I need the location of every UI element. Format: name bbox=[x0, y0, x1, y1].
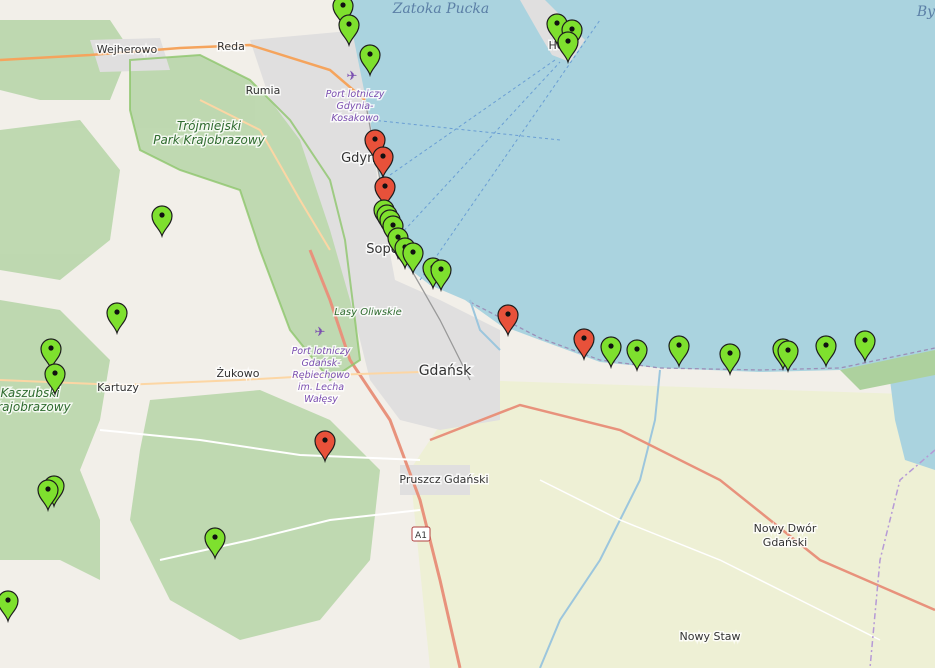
green-marker[interactable] bbox=[0, 590, 19, 624]
green-marker[interactable] bbox=[719, 343, 741, 377]
green-marker[interactable] bbox=[338, 14, 360, 48]
green-marker[interactable] bbox=[106, 302, 128, 336]
map-view[interactable]: Wejherowo Reda Rumia Gdynia Sopot Gdańsk Żukow… bbox=[0, 0, 935, 668]
red-marker[interactable] bbox=[497, 304, 519, 338]
red-marker[interactable] bbox=[372, 146, 394, 180]
green-marker[interactable] bbox=[151, 205, 173, 239]
marker-layer bbox=[0, 0, 876, 624]
green-marker[interactable] bbox=[402, 242, 424, 276]
green-marker[interactable] bbox=[854, 330, 876, 364]
green-marker[interactable] bbox=[44, 363, 66, 397]
green-marker[interactable] bbox=[557, 31, 579, 65]
green-marker[interactable] bbox=[626, 339, 648, 373]
green-marker[interactable] bbox=[668, 335, 690, 369]
green-marker[interactable] bbox=[204, 527, 226, 561]
green-marker[interactable] bbox=[815, 335, 837, 369]
red-marker[interactable] bbox=[573, 328, 595, 362]
green-marker[interactable] bbox=[777, 340, 799, 374]
green-marker[interactable] bbox=[359, 44, 381, 78]
green-marker[interactable] bbox=[600, 336, 622, 370]
red-marker[interactable] bbox=[314, 430, 336, 464]
green-marker[interactable] bbox=[37, 479, 59, 513]
